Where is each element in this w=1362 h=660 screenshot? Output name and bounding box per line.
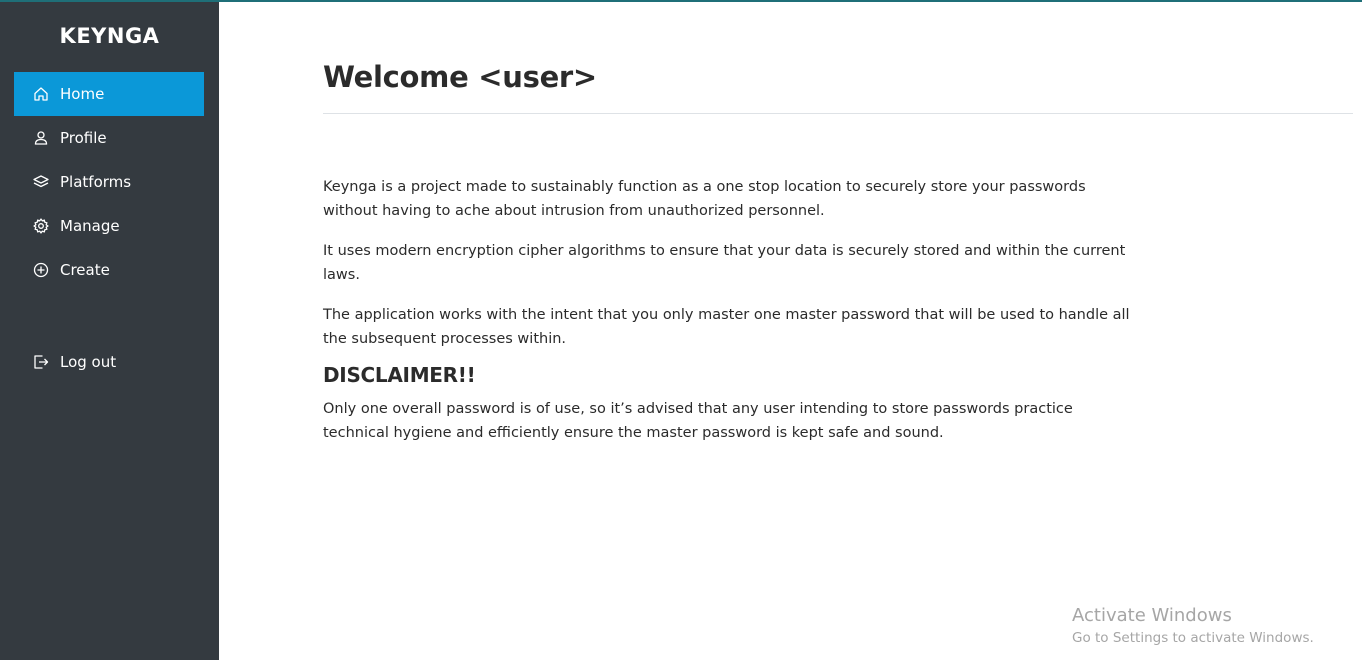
main-content: Welcome <user> Keynga is a project made … (219, 2, 1362, 660)
page-title: Welcome <user> (323, 60, 597, 94)
sidebar: KEYNGA Home Profile Platforms Manage Cre… (0, 2, 219, 660)
disclaimer-heading: DISCLAIMER!! (323, 363, 476, 387)
watermark-title: Activate Windows (1072, 605, 1232, 626)
sidebar-item-label: Manage (60, 217, 120, 235)
sidebar-item-label: Log out (60, 353, 117, 371)
sidebar-item-platforms[interactable]: Platforms (14, 160, 204, 204)
intro-paragraph: It uses modern encryption cipher algorit… (323, 243, 1126, 283)
intro-section: Keynga is a project made to sustainably … (323, 175, 1143, 461)
activate-windows-watermark: Activate Windows Go to Settings to activ… (1072, 604, 1314, 648)
sidebar-item-label: Home (60, 85, 105, 103)
intro-paragraph: Keynga is a project made to sustainably … (323, 179, 1086, 219)
brand-logo[interactable]: KEYNGA (0, 24, 219, 48)
sidebar-item-create[interactable]: Create (14, 248, 204, 292)
gear-icon (33, 218, 49, 234)
layers-icon (33, 174, 49, 190)
sidebar-item-label: Profile (60, 129, 107, 147)
sidebar-item-label: Platforms (60, 173, 132, 191)
sidebar-item-profile[interactable]: Profile (14, 116, 204, 160)
sidebar-item-manage[interactable]: Manage (14, 204, 204, 248)
disclaimer-text: Only one overall password is of use, so … (323, 401, 1073, 441)
plus-circle-icon (33, 262, 49, 278)
sidebar-item-home[interactable]: Home (14, 72, 204, 116)
logout-icon (33, 354, 49, 370)
sidebar-item-logout[interactable]: Log out (14, 340, 204, 384)
title-divider (323, 113, 1353, 114)
watermark-subtitle: Go to Settings to activate Windows. (1072, 630, 1314, 646)
intro-paragraph: The application works with the intent th… (323, 307, 1130, 347)
user-icon (33, 130, 49, 146)
home-icon (33, 86, 49, 102)
sidebar-item-label: Create (60, 261, 110, 279)
